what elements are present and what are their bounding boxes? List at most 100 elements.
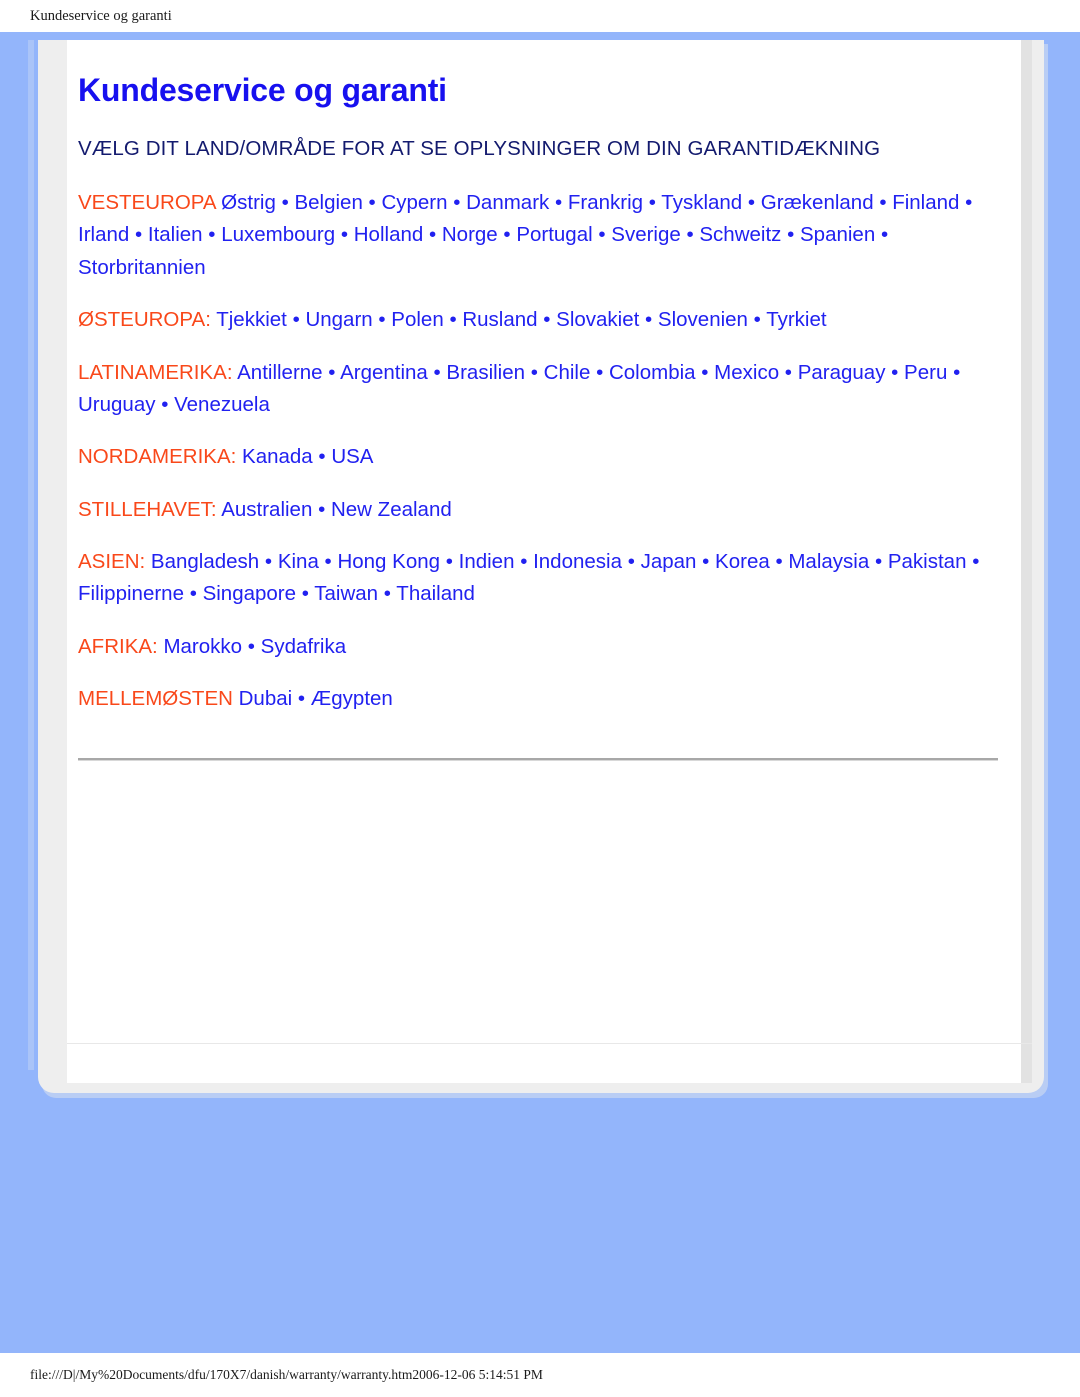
bullet-separator: • xyxy=(747,191,756,214)
country-link[interactable]: Taiwan xyxy=(314,582,378,605)
bullet-separator: • xyxy=(648,191,656,214)
country-link[interactable]: Korea xyxy=(715,550,770,573)
region-list: VESTEUROPA Østrig • Belgien • Cypern • D… xyxy=(78,187,1010,716)
country-link[interactable]: Filippinerne xyxy=(78,582,184,605)
region-row: STILLEHAVET: Australien • New Zealand xyxy=(78,494,1010,526)
country-link[interactable]: Danmark xyxy=(466,191,549,214)
bullet-separator: • xyxy=(702,550,710,573)
bullet-separator: • xyxy=(598,223,606,247)
main-content: Kundeservice og garanti VÆLG DIT LAND/OM… xyxy=(78,72,1010,761)
country-link[interactable]: Hong Kong xyxy=(337,550,440,573)
region-row: AFRIKA: Marokko • Sydafrika xyxy=(78,631,1010,663)
country-link[interactable]: Finland xyxy=(892,191,959,214)
bullet-separator: • xyxy=(503,223,511,247)
bullet-separator: • xyxy=(645,308,653,332)
country-link[interactable]: Italien xyxy=(148,223,203,246)
country-link[interactable]: Australien xyxy=(221,498,312,521)
country-link[interactable]: Cypern xyxy=(381,191,447,214)
country-link[interactable]: Ægypten xyxy=(311,687,393,710)
country-link[interactable]: Paraguay xyxy=(798,361,886,384)
country-link[interactable]: Holland xyxy=(354,223,424,246)
country-link[interactable]: Portugal xyxy=(516,223,592,246)
country-link[interactable]: Marokko xyxy=(163,635,242,658)
country-link[interactable]: Colombia xyxy=(609,361,696,384)
country-link[interactable]: Kina xyxy=(278,550,319,573)
country-link[interactable]: Thailand xyxy=(396,582,475,605)
country-link[interactable]: Belgien xyxy=(294,191,362,214)
region-label: NORDAMERIKA: xyxy=(78,445,237,469)
country-link[interactable]: Slovakiet xyxy=(556,308,639,331)
bullet-separator: • xyxy=(596,360,604,384)
country-link[interactable]: Indonesia xyxy=(533,550,622,573)
country-link[interactable]: New Zealand xyxy=(331,498,452,521)
country-link[interactable]: Storbritannien xyxy=(78,256,206,279)
section-heading: VÆLG DIT LAND/OMRÅDE FOR AT SE OPLYSNING… xyxy=(78,137,881,160)
bullet-separator: • xyxy=(134,223,143,247)
country-link[interactable]: Norge xyxy=(442,223,498,246)
country-link[interactable]: Luxembourg xyxy=(221,223,335,246)
bullet-separator: • xyxy=(301,582,309,606)
content-divider xyxy=(78,757,998,761)
country-link[interactable]: Irland xyxy=(78,223,129,246)
country-link[interactable]: Tjekkiet xyxy=(216,308,287,331)
country-link[interactable]: Slovenien xyxy=(658,308,748,331)
country-link[interactable]: Pakistan xyxy=(888,550,967,573)
region-label: STILLEHAVET: xyxy=(78,497,217,521)
country-link[interactable]: Brasilien xyxy=(446,361,525,384)
country-link[interactable]: Chile xyxy=(544,361,591,384)
country-link[interactable]: Mexico xyxy=(714,361,779,384)
sheet-divider xyxy=(67,1043,1032,1044)
country-link[interactable]: Sverige xyxy=(611,223,681,246)
region-row: ASIEN: Bangladesh • Kina • Hong Kong • I… xyxy=(78,546,1010,611)
bullet-separator: • xyxy=(775,550,783,573)
country-link[interactable]: USA xyxy=(331,445,373,468)
country-link[interactable]: Frankrig xyxy=(568,191,643,214)
bullet-separator: • xyxy=(318,445,326,469)
country-link[interactable]: Singapore xyxy=(203,582,296,605)
country-link[interactable]: Bangladesh xyxy=(151,550,259,573)
country-link[interactable]: Venezuela xyxy=(174,393,270,416)
country-link[interactable]: Grækenland xyxy=(761,191,874,214)
bullet-separator: • xyxy=(627,550,635,573)
region-row: NORDAMERIKA: Kanada • USA xyxy=(78,441,1010,473)
region-label: ØSTEUROPA: xyxy=(78,308,211,332)
region-row: ØSTEUROPA: Tjekkiet • Ungarn • Polen • R… xyxy=(78,304,1010,336)
bullet-separator: • xyxy=(543,308,551,332)
bullet-separator: • xyxy=(292,308,300,332)
bullet-separator: • xyxy=(281,191,289,214)
bullet-separator: • xyxy=(161,392,169,416)
region-row: LATINAMERIKA: Antillerne • Argentina • B… xyxy=(78,357,1010,422)
country-link[interactable]: Dubai xyxy=(239,687,293,710)
bullet-separator: • xyxy=(686,223,694,247)
country-link[interactable]: Argentina xyxy=(340,361,428,384)
region-label: LATINAMERIKA: xyxy=(78,360,233,384)
country-link[interactable]: Polen xyxy=(391,308,443,331)
country-link[interactable]: Østrig xyxy=(221,191,276,214)
bullet-separator: • xyxy=(880,223,889,247)
country-link[interactable]: Peru xyxy=(904,361,947,384)
region-label: ASIEN: xyxy=(78,550,146,573)
print-header-title: Kundeservice og garanti xyxy=(0,0,1080,32)
country-link[interactable]: Uruguay xyxy=(78,393,156,416)
bullet-separator: • xyxy=(378,308,386,332)
country-link[interactable]: Rusland xyxy=(462,308,537,331)
country-link[interactable]: Sydafrika xyxy=(261,635,346,658)
country-link[interactable]: Malaysia xyxy=(788,550,869,573)
bullet-separator: • xyxy=(520,550,528,573)
region-label: MELLEMØSTEN xyxy=(78,687,233,711)
bullet-separator: • xyxy=(445,550,453,573)
country-link[interactable]: Spanien xyxy=(800,223,875,246)
country-link[interactable]: Tyskland xyxy=(661,191,742,214)
country-link[interactable]: Japan xyxy=(641,550,697,573)
country-link[interactable]: Indien xyxy=(459,550,515,573)
country-link[interactable]: Ungarn xyxy=(305,308,372,331)
country-link[interactable]: Schweitz xyxy=(699,223,781,246)
bullet-separator: • xyxy=(555,191,563,214)
region-label: VESTEUROPA xyxy=(78,191,216,214)
country-link[interactable]: Kanada xyxy=(242,445,313,468)
bullet-separator: • xyxy=(965,191,973,214)
bullet-separator: • xyxy=(787,223,795,247)
country-link[interactable]: Antillerne xyxy=(237,361,322,384)
country-link[interactable]: Tyrkiet xyxy=(766,308,826,331)
bullet-separator: • xyxy=(753,308,761,332)
